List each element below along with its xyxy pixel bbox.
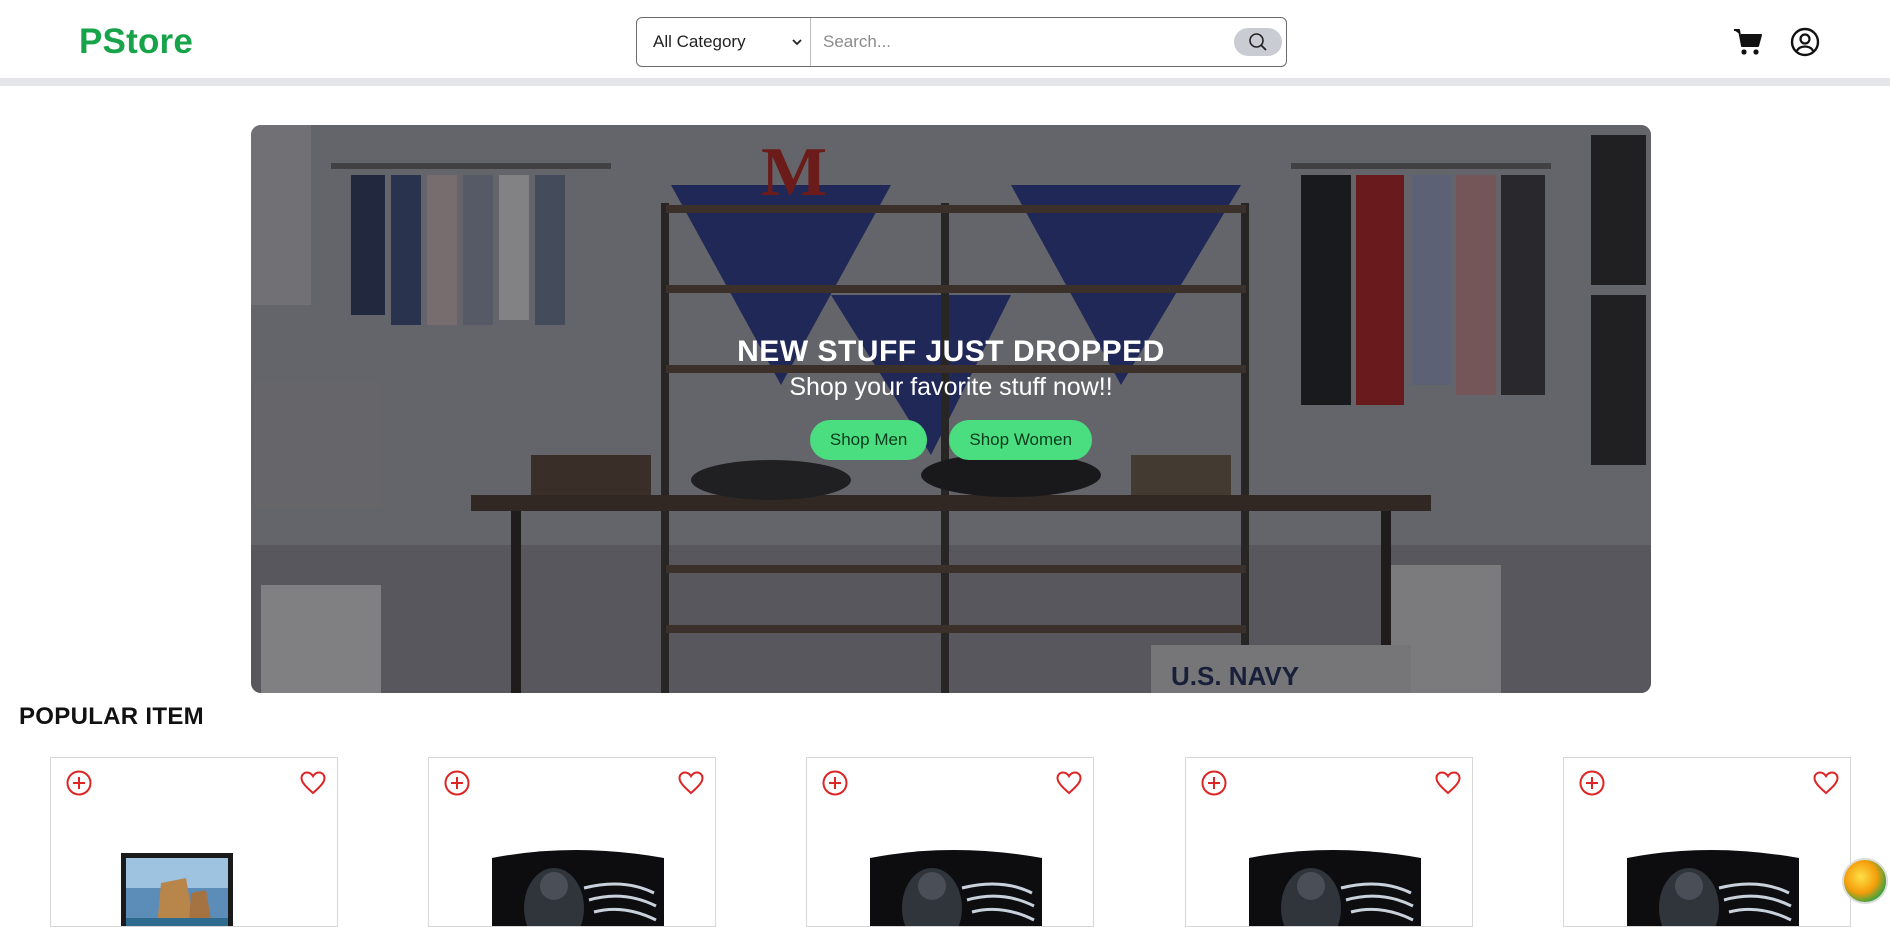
cart-button[interactable] [1731, 25, 1765, 59]
chevron-down-icon [792, 39, 802, 46]
floating-widget-button[interactable] [1842, 858, 1888, 904]
heart-icon[interactable] [299, 769, 327, 797]
hero-title: NEW STUFF JUST DROPPED [737, 335, 1165, 368]
product-card[interactable] [428, 757, 716, 927]
hero-subtitle: Shop your favorite stuff now!! [789, 373, 1113, 401]
shop-women-button[interactable]: Shop Women [949, 420, 1093, 460]
plus-circle-icon[interactable] [1578, 769, 1606, 797]
account-icon [1790, 27, 1820, 57]
plus-circle-icon[interactable] [65, 769, 93, 797]
heart-icon[interactable] [1812, 769, 1840, 797]
product-card[interactable] [806, 757, 1094, 927]
heart-icon[interactable] [1055, 769, 1083, 797]
top-header: PStore All Category [0, 0, 1890, 78]
product-card[interactable] [1185, 757, 1473, 927]
header-divider [0, 78, 1890, 86]
search-bar: All Category [636, 17, 1287, 67]
product-image-gaming-monitor [492, 850, 664, 926]
hero-banner: M U.S. NAVY NEW STUFF JUST DROPPED Shop … [251, 125, 1651, 693]
product-card[interactable] [1563, 757, 1851, 927]
hero-content: NEW STUFF JUST DROPPED Shop your favorit… [251, 335, 1651, 460]
product-image-gaming-monitor [1249, 850, 1421, 926]
product-image-gaming-monitor [1627, 850, 1799, 926]
search-button[interactable] [1234, 28, 1282, 56]
plus-circle-icon[interactable] [1200, 769, 1228, 797]
search-input[interactable] [811, 18, 1234, 66]
popular-section-title: POPULAR ITEM [19, 703, 204, 730]
account-button[interactable] [1788, 25, 1822, 59]
store-logo[interactable]: PStore [79, 22, 193, 62]
product-card[interactable] [50, 757, 338, 927]
plus-circle-icon[interactable] [443, 769, 471, 797]
category-select[interactable]: All Category [637, 18, 811, 66]
hero-buttons: Shop Men Shop Women [251, 420, 1651, 460]
shop-men-button[interactable]: Shop Men [809, 420, 928, 460]
product-image-gaming-monitor [870, 850, 1042, 926]
heart-icon[interactable] [677, 769, 705, 797]
plus-circle-icon[interactable] [821, 769, 849, 797]
search-icon [1249, 33, 1267, 51]
category-selected-label: All Category [653, 32, 746, 51]
heart-icon[interactable] [1434, 769, 1462, 797]
cart-icon [1734, 29, 1762, 55]
product-image-monitor-landscape [121, 853, 233, 926]
